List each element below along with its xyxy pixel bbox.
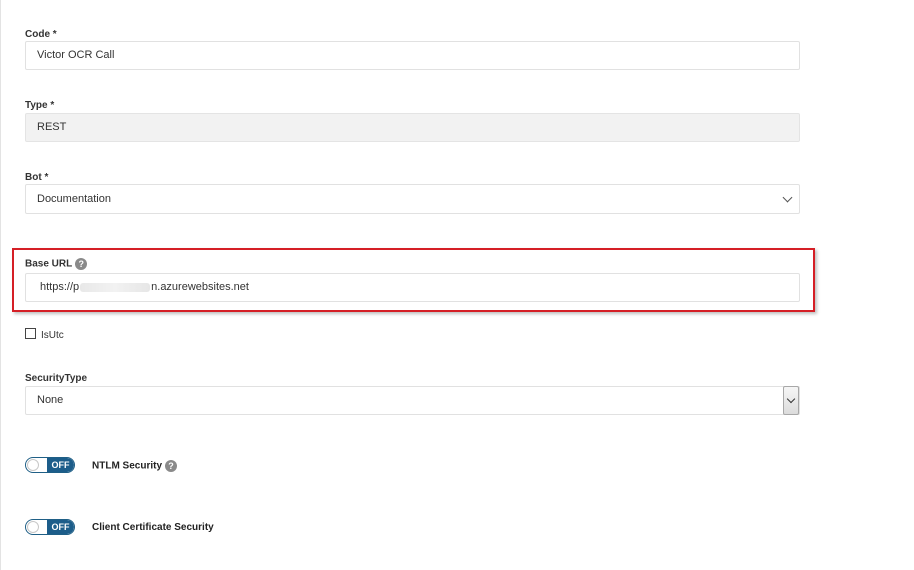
type-value: REST: [37, 121, 67, 133]
panel-left-border: [0, 0, 1, 570]
client-certificate-security-label: Client Certificate Security: [92, 522, 214, 533]
help-icon[interactable]: ?: [165, 460, 178, 472]
toggle-knob: [27, 521, 39, 533]
chevron-down-icon: [782, 192, 793, 203]
base-url-value-suffix: n.azurewebsites.net: [151, 281, 249, 293]
base-url-value: https://p n.azurewebsites.net: [40, 274, 249, 301]
base-url-value-prefix: https://p: [40, 281, 80, 293]
base-url-input[interactable]: https://p n.azurewebsites.net: [25, 273, 800, 302]
toggle-state: OFF: [47, 458, 74, 472]
toggle-knob: [27, 459, 39, 471]
type-input: REST: [25, 113, 800, 142]
type-label: Type *: [25, 100, 55, 111]
security-type-dropdown-button[interactable]: [783, 386, 799, 415]
ntlm-security-label: NTLM Security: [92, 460, 163, 472]
bot-label: Bot *: [25, 172, 49, 183]
is-utc-checkbox[interactable]: [25, 328, 36, 339]
base-url-label: Base URL: [25, 258, 73, 270]
toggle-state: OFF: [47, 520, 74, 534]
code-value: Victor OCR Call: [37, 49, 115, 61]
bot-select[interactable]: Documentation: [25, 184, 800, 214]
chevron-down-icon: [786, 394, 796, 404]
security-type-select[interactable]: None: [25, 386, 800, 415]
code-label: Code *: [25, 29, 57, 40]
security-type-label: SecurityType: [25, 373, 88, 384]
ntlm-security-toggle[interactable]: OFF: [25, 457, 75, 473]
code-input[interactable]: Victor OCR Call: [25, 41, 800, 70]
is-utc-label: IsUtc: [41, 330, 64, 341]
help-icon[interactable]: ?: [75, 258, 88, 270]
client-certificate-security-toggle[interactable]: OFF: [25, 519, 75, 535]
base-url-label-row: Base URL?: [25, 258, 88, 270]
bot-value: Documentation: [37, 193, 111, 205]
ntlm-security-label-row: NTLM Security?: [92, 460, 178, 472]
redacted-text: [80, 282, 151, 292]
security-type-value: None: [37, 394, 64, 406]
